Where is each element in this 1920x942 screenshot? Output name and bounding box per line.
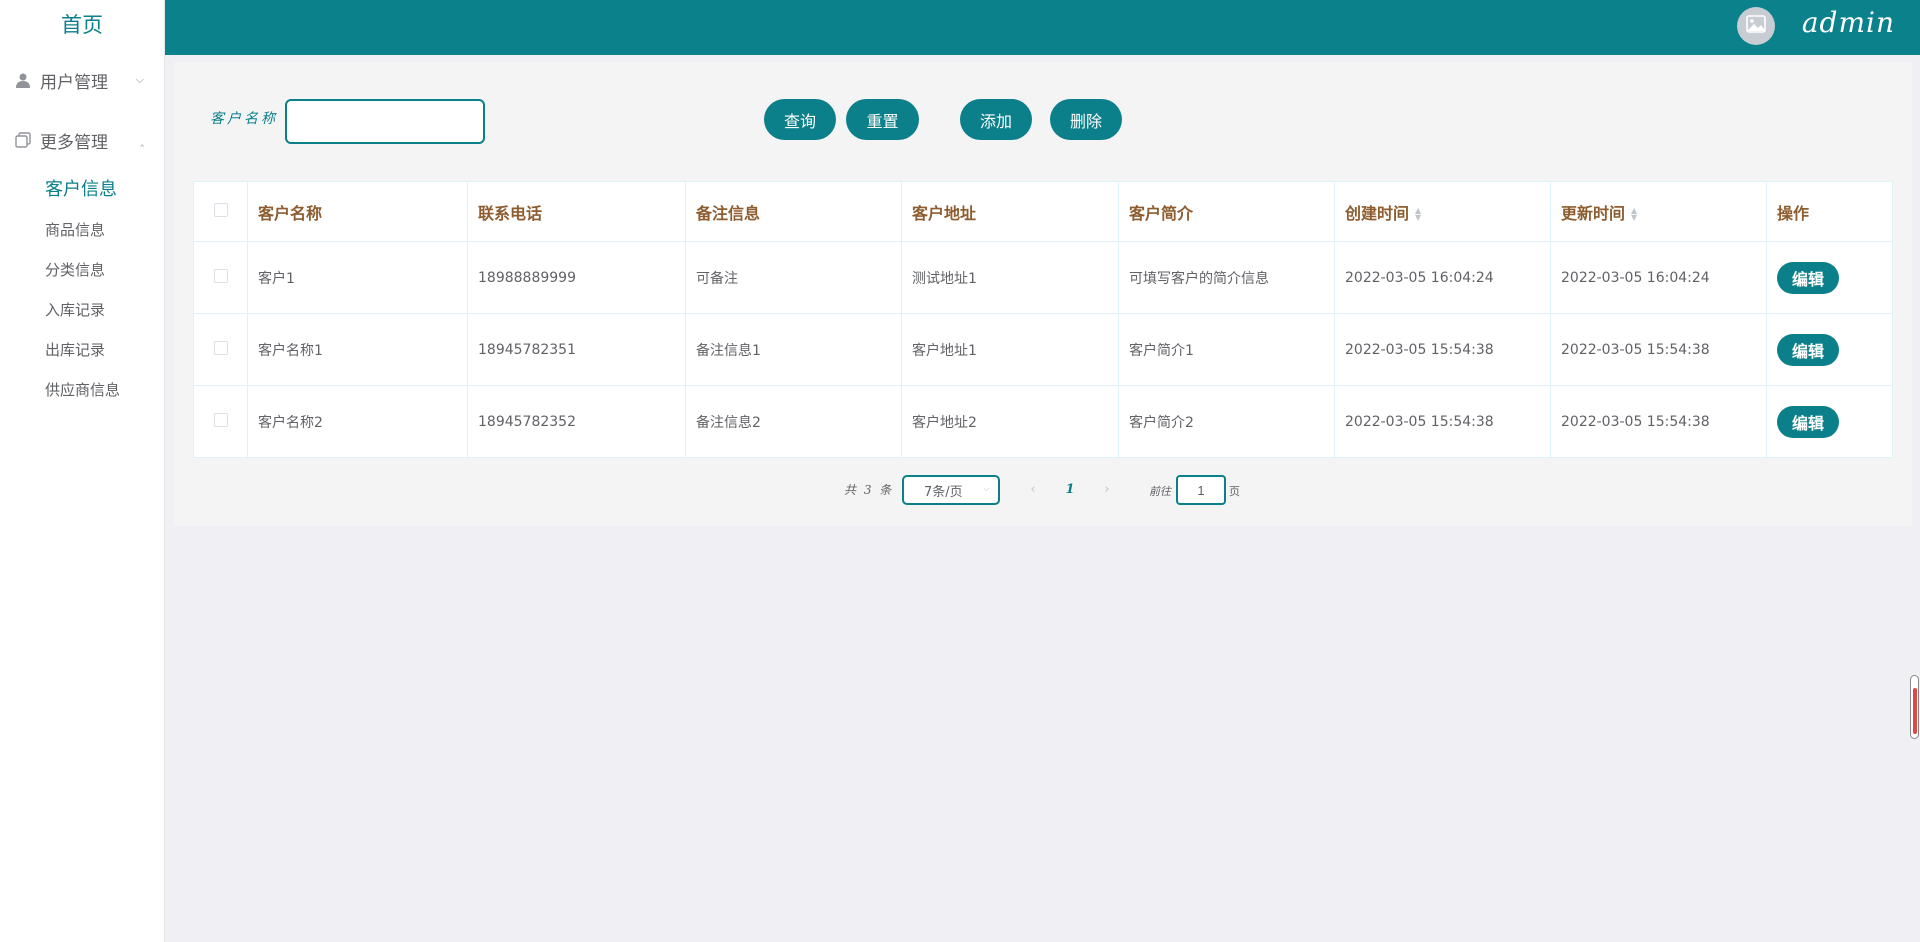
cell-remark: 备注信息2: [685, 385, 902, 458]
cell-actions: 编辑: [1766, 313, 1893, 386]
delete-button[interactable]: 删除: [1050, 99, 1122, 140]
sidebar: 首页 用户管理 ⌵ 更多管理 ‸ 客户信息 商品信息 分类信息 入库记录 出库记…: [0, 0, 165, 942]
sidebar-item-product-info[interactable]: 商品信息: [0, 210, 164, 250]
cell-phone: 18945782352: [467, 385, 686, 458]
cell-name: 客户名称1: [247, 313, 468, 386]
cell-created: 2022-03-05 15:54:38: [1334, 385, 1551, 458]
cell-remark: 备注信息1: [685, 313, 902, 386]
column-header-remark: 备注信息: [685, 181, 902, 242]
content-panel: 客户名称 查询 重置 添加 删除 客户名称 联系电话 备注信息 客户地址 客户简…: [174, 62, 1912, 526]
menu-user-management-label: 用户管理: [40, 72, 108, 93]
column-header-actions: 操作: [1766, 181, 1893, 242]
edit-button[interactable]: 编辑: [1777, 261, 1839, 294]
reset-button[interactable]: 重置: [846, 99, 919, 140]
column-header-intro: 客户简介: [1118, 181, 1335, 242]
cell-address: 测试地址1: [901, 241, 1119, 314]
avatar[interactable]: [1737, 7, 1775, 45]
cell-name: 客户名称2: [247, 385, 468, 458]
chevron-down-icon: ⌵: [983, 484, 990, 494]
cell-updated: 2022-03-05 15:54:38: [1550, 313, 1767, 386]
cell-updated: 2022-03-05 16:04:24: [1550, 241, 1767, 314]
sort-icon[interactable]: ▲ ▼: [1631, 207, 1637, 222]
cell-address: 客户地址1: [901, 313, 1119, 386]
cell-actions: 编辑: [1766, 385, 1893, 458]
cell-updated: 2022-03-05 15:54:38: [1550, 385, 1767, 458]
row-select-cell[interactable]: [193, 241, 248, 314]
row-checkbox[interactable]: [213, 340, 228, 355]
cell-created: 2022-03-05 15:54:38: [1334, 313, 1551, 386]
cell-remark: 可备注: [685, 241, 902, 314]
home-link[interactable]: 首页: [0, 0, 164, 50]
goto-label: 前往: [1149, 485, 1171, 498]
search-label: 客户名称: [210, 111, 278, 127]
page-number-current[interactable]: 1: [1054, 475, 1086, 503]
row-select-cell[interactable]: [193, 313, 248, 386]
edit-button[interactable]: 编辑: [1777, 333, 1839, 366]
sidebar-item-supplier-info[interactable]: 供应商信息: [0, 370, 164, 410]
pagination: 共 3 条 7条/页 ⌵ ‹ 1 › 前往 页: [174, 475, 1912, 505]
sidebar-item-customer-info[interactable]: 客户信息: [0, 170, 164, 210]
column-header-updated[interactable]: 更新时间 ▲ ▼: [1550, 181, 1767, 242]
sidebar-item-category-info[interactable]: 分类信息: [0, 250, 164, 290]
row-checkbox[interactable]: [213, 412, 228, 427]
copy-icon: [14, 131, 32, 149]
cell-phone: 18988889999: [467, 241, 686, 314]
column-header-updated-label: 更新时间: [1561, 203, 1626, 223]
page-size-select[interactable]: 7条/页 ⌵: [902, 475, 1000, 505]
table-row: 客户名称2 18945782352 备注信息2 客户地址2 客户简介2 2022…: [193, 385, 1893, 458]
customer-table: 客户名称 联系电话 备注信息 客户地址 客户简介 创建时间 ▲ ▼ 更新时间 ▲ ▼ 操…: [193, 181, 1893, 458]
user-icon: [14, 71, 32, 89]
header-select-all[interactable]: [193, 181, 248, 242]
sidebar-item-stock-out-records[interactable]: 出库记录: [0, 330, 164, 370]
cell-actions: 编辑: [1766, 241, 1893, 314]
scroll-thumb[interactable]: [1913, 688, 1917, 734]
cell-address: 客户地址2: [901, 385, 1119, 458]
username[interactable]: admin: [1802, 6, 1895, 39]
cell-intro: 客户简介1: [1118, 313, 1335, 386]
column-header-name: 客户名称: [247, 181, 468, 242]
prev-page-button[interactable]: ‹: [1017, 475, 1049, 503]
column-header-phone: 联系电话: [467, 181, 686, 242]
customer-name-search-input[interactable]: [285, 99, 485, 144]
row-select-cell[interactable]: [193, 385, 248, 458]
cell-created: 2022-03-05 16:04:24: [1334, 241, 1551, 314]
goto-page-suffix: 页: [1229, 485, 1240, 498]
image-icon: [1746, 15, 1766, 37]
table-header-row: 客户名称 联系电话 备注信息 客户地址 客户简介 创建时间 ▲ ▼ 更新时间 ▲ ▼ 操…: [193, 181, 1893, 242]
table-row: 客户1 18988889999 可备注 测试地址1 可填写客户的简介信息 202…: [193, 241, 1893, 314]
column-header-created[interactable]: 创建时间 ▲ ▼: [1334, 181, 1551, 242]
cell-intro: 可填写客户的简介信息: [1118, 241, 1335, 314]
cell-phone: 18945782351: [467, 313, 686, 386]
menu-more-management[interactable]: 更多管理 ‸: [0, 110, 164, 170]
goto-page-input[interactable]: [1176, 475, 1226, 505]
column-header-address: 客户地址: [901, 181, 1119, 242]
add-button[interactable]: 添加: [960, 99, 1032, 140]
query-button[interactable]: 查询: [764, 99, 836, 140]
cell-name: 客户1: [247, 241, 468, 314]
scroll-indicator[interactable]: [1910, 675, 1919, 739]
edit-button[interactable]: 编辑: [1777, 405, 1839, 438]
menu-more-management-label: 更多管理: [40, 132, 108, 153]
select-all-checkbox[interactable]: [213, 203, 228, 217]
chevron-up-icon: ‸: [140, 133, 144, 147]
column-header-created-label: 创建时间: [1345, 203, 1410, 223]
page-size-value: 7条/页: [924, 484, 963, 500]
top-header: admin: [165, 0, 1920, 55]
sort-icon[interactable]: ▲ ▼: [1415, 207, 1421, 222]
table-row: 客户名称1 18945782351 备注信息1 客户地址1 客户简介1 2022…: [193, 313, 1893, 386]
menu-user-management[interactable]: 用户管理 ⌵: [0, 50, 164, 110]
sidebar-item-stock-in-records[interactable]: 入库记录: [0, 290, 164, 330]
pagination-total: 共 3 条: [844, 483, 894, 497]
cell-intro: 客户简介2: [1118, 385, 1335, 458]
next-page-button[interactable]: ›: [1091, 475, 1123, 503]
chevron-down-icon: ⌵: [135, 73, 144, 86]
row-checkbox[interactable]: [213, 268, 228, 283]
